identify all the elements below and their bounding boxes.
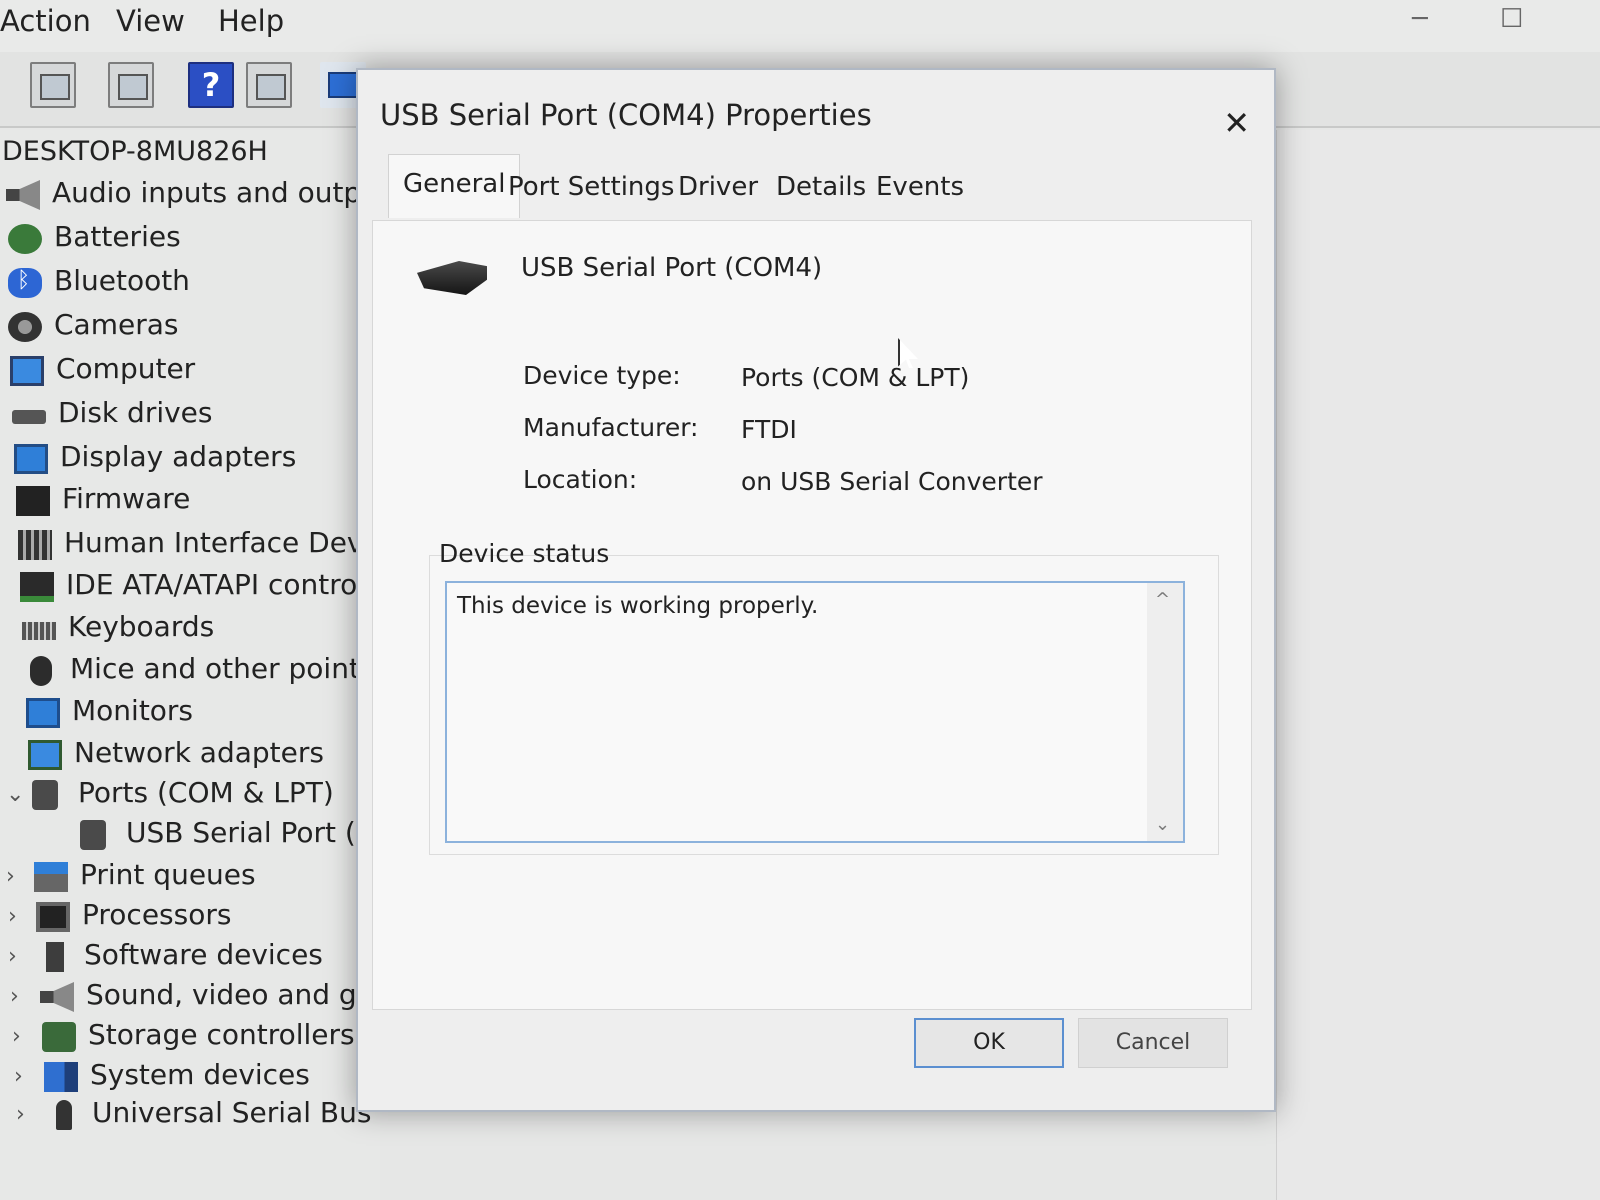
tree-item-label: Batteries [54,220,181,253]
help-glyph: ? [201,66,221,104]
ok-button[interactable]: OK [914,1018,1064,1068]
bluetooth-icon [8,268,42,298]
general-tab-panel: USB Serial Port (COM4) Device type: Port… [372,220,1252,1010]
show-hide-console-tree-icon[interactable] [30,62,76,108]
printer-icon [34,862,68,892]
tree-item-label: Monitors [72,694,194,727]
chevron-right-icon[interactable]: › [8,944,17,969]
mouse-icon [30,656,52,686]
processor-icon [36,902,70,932]
maximize-icon[interactable]: ☐ [1500,4,1523,34]
device-status-text: This device is working properly. [457,593,819,619]
disk-drive-icon [12,410,46,424]
port-icon [32,780,58,810]
battery-icon [8,224,42,254]
device-status-label: Device status [439,539,610,568]
computer-icon [10,356,44,386]
properties-icon[interactable] [108,62,154,108]
manufacturer-label: Manufacturer: [523,413,699,442]
tab-driver[interactable]: Driver [678,160,758,218]
software-device-icon [46,942,64,972]
camera-icon [8,312,42,342]
location-label: Location: [523,465,638,494]
dialog-title: USB Serial Port (COM4) Properties [380,98,872,132]
tree-item-label: Sound, video and game controllers [86,978,380,1011]
tree-item-label: Display adapters [60,440,297,473]
device-type-label: Device type: [523,361,681,390]
tree-item-label: Storage controllers [88,1018,355,1051]
monitor-icon [26,698,60,728]
chevron-right-icon[interactable]: › [6,864,15,889]
scroll-down-icon[interactable]: ⌄ [1155,814,1170,835]
manufacturer-value: FTDI [741,415,797,444]
tree-item-label: Print queues [80,858,256,891]
tree-item-label: Human Interface Devices [64,526,380,559]
tree-item-label: Software devices [84,938,323,971]
hid-icon [18,530,52,560]
tree-item-label: Ports (COM & LPT) [78,776,334,809]
network-adapter-icon [28,740,62,770]
device-tree: DESKTOP-8MU826H Audio inputs and outputs… [0,130,380,1200]
tree-item-label: Network adapters [74,736,324,769]
location-value: on USB Serial Converter [741,467,1043,496]
show-action-pane-icon[interactable] [246,62,292,108]
tree-item-label: USB Serial Port (COM4) [126,816,380,849]
storage-controller-icon [42,1022,76,1052]
tree-root-computer-name[interactable]: DESKTOP-8MU826H [2,136,268,167]
menu-action[interactable]: Action [0,4,91,38]
chevron-right-icon[interactable]: › [16,1102,25,1127]
tree-item-label: Processors [82,898,232,931]
tab-general[interactable]: General [388,154,521,218]
chevron-right-icon[interactable]: › [12,1024,21,1049]
tree-item-label: Keyboards [68,610,215,643]
keyboard-icon [22,622,56,640]
tree-item-label: Cameras [54,308,179,341]
device-status-textbox[interactable]: This device is working properly. ^ ⌄ [445,581,1185,843]
usb-serial-port-icon [417,261,487,295]
chevron-right-icon[interactable]: › [10,984,19,1009]
tab-port-settings[interactable]: Port Settings [508,160,674,218]
speaker-icon [6,180,40,210]
tree-item-label: Universal Serial Bus controllers [92,1096,380,1129]
device-name: USB Serial Port (COM4) [521,253,823,283]
chevron-down-icon[interactable]: ⌄ [6,782,24,807]
tree-item-label: Firmware [62,482,191,515]
speaker-icon [40,982,74,1012]
tree-item-label: IDE ATA/ATAPI controllers [66,568,380,601]
port-icon [80,820,106,850]
menu-view[interactable]: View [116,4,185,38]
chevron-right-icon[interactable]: › [14,1064,23,1089]
action-pane-area [1276,130,1600,1200]
firmware-chip-icon [16,486,50,516]
menu-help[interactable]: Help [218,4,284,38]
chevron-right-icon[interactable]: › [8,904,17,929]
tab-events[interactable]: Events [876,160,964,218]
tree-item-label: Bluetooth [54,264,190,297]
tab-strip: General Port Settings Driver Details Eve… [372,154,1252,218]
close-icon[interactable]: ✕ [1223,104,1250,142]
tree-item-label: Disk drives [58,396,213,429]
display-adapter-icon [14,444,48,474]
tree-item-label: System devices [90,1058,310,1091]
device-type-value: Ports (COM & LPT) [741,363,970,392]
usb-icon [56,1100,72,1130]
tree-item-label: Computer [56,352,196,385]
properties-dialog: USB Serial Port (COM4) Properties ✕ Gene… [356,68,1276,1112]
tab-details[interactable]: Details [776,160,866,218]
system-devices-icon [44,1062,78,1092]
minimize-icon[interactable]: ─ [1412,4,1428,34]
cancel-button[interactable]: Cancel [1078,1018,1228,1068]
help-icon[interactable]: ? [188,62,234,108]
scroll-up-icon[interactable]: ^ [1155,589,1170,610]
tree-item-label: Audio inputs and outputs [52,176,380,209]
ide-controller-icon [20,572,54,602]
tree-item-label: Mice and other pointing devices [70,652,380,685]
menu-bar: Action View Help ─ ☐ [0,0,1600,52]
status-scrollbar[interactable]: ^ ⌄ [1147,583,1183,841]
